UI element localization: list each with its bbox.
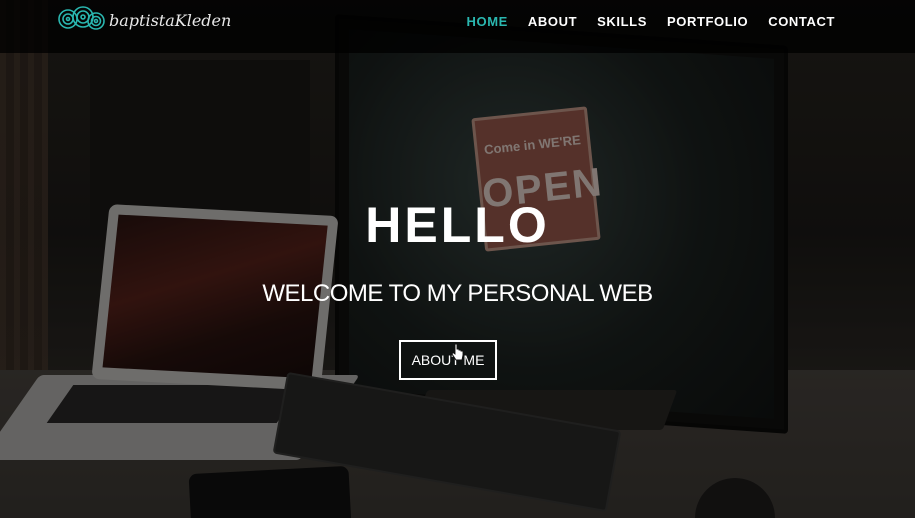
dark-overlay xyxy=(0,0,915,518)
brand-name: baptistaKleden xyxy=(109,10,232,30)
nav-item-home[interactable]: HOME xyxy=(467,14,508,29)
about-me-button[interactable]: ABOUT ME xyxy=(399,340,497,380)
hero-title: HELLO xyxy=(365,197,550,253)
hero-background: Come in WE'RE OPEN xyxy=(0,0,915,518)
brand-logo[interactable]: baptistaKleden xyxy=(57,5,231,35)
nav-item-about[interactable]: ABOUT xyxy=(528,14,577,29)
hero-subtitle: WELCOME TO MY PERSONAL WEB xyxy=(262,280,653,307)
main-nav: HOME ABOUT SKILLS PORTFOLIO CONTACT xyxy=(467,14,835,29)
nav-item-skills[interactable]: SKILLS xyxy=(597,14,647,29)
nav-item-portfolio[interactable]: PORTFOLIO xyxy=(667,14,748,29)
rose-flowers-logo-icon xyxy=(58,6,105,30)
hand-pointer-cursor-icon xyxy=(451,343,464,361)
nav-item-contact[interactable]: CONTACT xyxy=(768,14,835,29)
navbar: baptistaKleden HOME ABOUT SKILLS PORTFOL… xyxy=(0,0,915,53)
